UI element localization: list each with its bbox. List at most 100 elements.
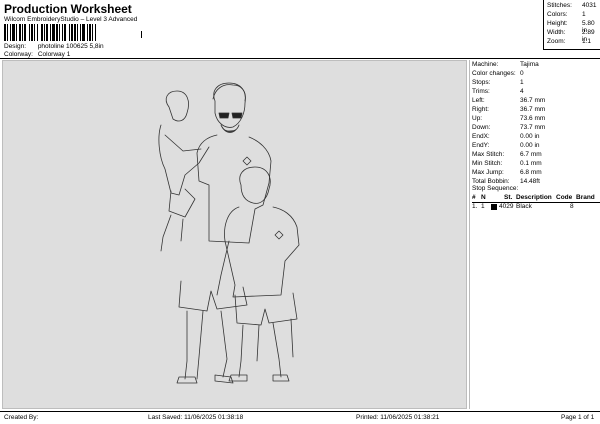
child2-legs	[238, 318, 294, 378]
property-label: EndY:	[472, 142, 490, 149]
property-max-stitch: Max Stitch: 6.7 mm	[472, 151, 600, 158]
barcode-bar	[71, 24, 73, 41]
property-value: 73.7 mm	[520, 124, 546, 131]
barcode-bar	[31, 24, 33, 41]
barcode-bar	[12, 24, 15, 41]
father-sunglasses-right	[231, 112, 243, 119]
barcode-bar	[56, 24, 58, 41]
embroidery-artwork	[158, 82, 300, 384]
property-endy: EndY: 0.00 in	[472, 142, 600, 149]
property-label: Right:	[472, 106, 489, 113]
barcode-tick	[141, 31, 142, 38]
barcode-bar	[19, 24, 21, 41]
barcode-bar	[64, 24, 66, 41]
barcode-bar	[24, 24, 26, 41]
child1-arm	[164, 134, 202, 152]
child1-legs	[160, 214, 184, 252]
property-total-bobbin: Total Bobbin: 14.48ft	[472, 178, 600, 185]
production-worksheet: Production Worksheet Wilcom EmbroiderySt…	[0, 0, 600, 424]
property-label: Up:	[472, 115, 483, 122]
property-value: 6.8 mm	[520, 169, 542, 176]
stop-sequence-header: # N St. Description Code Brand	[472, 194, 600, 203]
barcode-bar	[10, 24, 11, 41]
printed: Printed: 11/06/2025 01:38:21	[356, 414, 440, 421]
property-label: Max Stitch:	[472, 151, 505, 158]
barcode-bar	[37, 24, 38, 41]
barcode-bar	[29, 24, 30, 41]
barcode-bar	[87, 24, 88, 41]
barcode	[4, 24, 96, 41]
barcode-bar	[44, 24, 45, 41]
property-value: 36.7 mm	[520, 106, 546, 113]
barcode-bar	[69, 24, 70, 41]
property-machine: Machine: Tajima	[472, 61, 600, 68]
property-down: Down: 73.7 mm	[472, 124, 600, 131]
property-value: 0	[520, 70, 524, 77]
property-label: Min Stitch:	[472, 160, 503, 167]
stat-height: Height: 5.80 in	[547, 20, 595, 34]
barcode-bar	[46, 24, 48, 41]
property-up: Up: 73.6 mm	[472, 115, 600, 122]
footer: Created By: Last Saved: 11/06/2025 01:38…	[0, 411, 600, 424]
father-legs	[184, 310, 228, 380]
colorway-row: Colorway: Colorway 1	[4, 51, 70, 58]
barcode-bar	[34, 24, 35, 41]
stop-sequence-title: Stop Sequence:	[472, 185, 519, 192]
col-description: Description	[516, 194, 552, 201]
stats-box: Stitches: 4031 Colors: 1 Height: 5.80 in Wi…	[543, 0, 600, 50]
barcode-bar	[77, 24, 78, 41]
property-value: 0.1 mm	[520, 160, 542, 167]
property-label: Color changes:	[472, 70, 516, 77]
property-value: 14.48ft	[520, 178, 540, 185]
child2-shoes	[228, 374, 290, 382]
property-label: EndX:	[472, 133, 490, 140]
property-color-changes: Color changes: 0	[472, 70, 600, 77]
property-right: Right: 36.7 mm	[472, 106, 600, 113]
design-label: Design:	[4, 43, 27, 50]
property-value: 0.00 in	[520, 133, 540, 140]
child1-head	[165, 90, 189, 122]
barcode-bar	[89, 24, 91, 41]
property-endx: EndX: 0.00 in	[472, 133, 600, 140]
property-value: 6.7 mm	[520, 151, 542, 158]
barcode-bar	[59, 24, 60, 41]
colorway-label: Colorway:	[4, 51, 33, 58]
child2-head	[239, 166, 271, 204]
barcode-bar	[74, 24, 76, 41]
property-value: Tajima	[520, 61, 539, 68]
software-name: Wilcom EmbroideryStudio – Level 3 Advanc…	[4, 16, 138, 23]
property-label: Max Jump:	[472, 169, 504, 176]
barcode-bar	[62, 24, 63, 41]
property-label: Stops:	[472, 79, 491, 86]
property-value: 36.7 mm	[520, 97, 546, 104]
barcode-bar	[52, 24, 55, 41]
father-shirt	[196, 134, 272, 244]
stop-row: 1. 1 4029 Black 8	[472, 203, 574, 210]
barcode-bar	[82, 24, 85, 41]
barcode-bar	[80, 24, 81, 41]
barcode-bar	[16, 24, 17, 41]
child2-arm	[216, 240, 230, 296]
father-shorts	[178, 280, 248, 312]
barcode-bar	[41, 24, 43, 41]
design-row: Design: photoline 100625 5,8in	[4, 43, 104, 50]
property-label: Machine:	[472, 61, 499, 68]
father-hair	[212, 84, 246, 102]
color-swatch	[491, 204, 497, 210]
barcode-bar	[7, 24, 8, 41]
father-head	[213, 82, 246, 128]
property-value: 73.6 mm	[520, 115, 546, 122]
colorway-value: Colorway 1	[37, 51, 71, 58]
property-left: Left: 36.7 mm	[472, 97, 600, 104]
last-saved: Last Saved: 11/06/2025 01:38:18	[148, 414, 244, 421]
property-min-stitch: Min Stitch: 0.1 mm	[472, 160, 600, 167]
stat-zoom: Zoom: 1:1	[547, 38, 592, 45]
barcode-bar	[92, 24, 93, 41]
created-by: Created By:	[4, 414, 39, 421]
father-sunglasses-left	[218, 112, 230, 119]
col-n: N	[481, 194, 486, 201]
property-value: 4	[520, 88, 524, 95]
property-trims: Trims: 4	[472, 88, 600, 95]
design-preview	[2, 60, 467, 409]
property-max-jump: Max Jump: 6.8 mm	[472, 169, 600, 176]
